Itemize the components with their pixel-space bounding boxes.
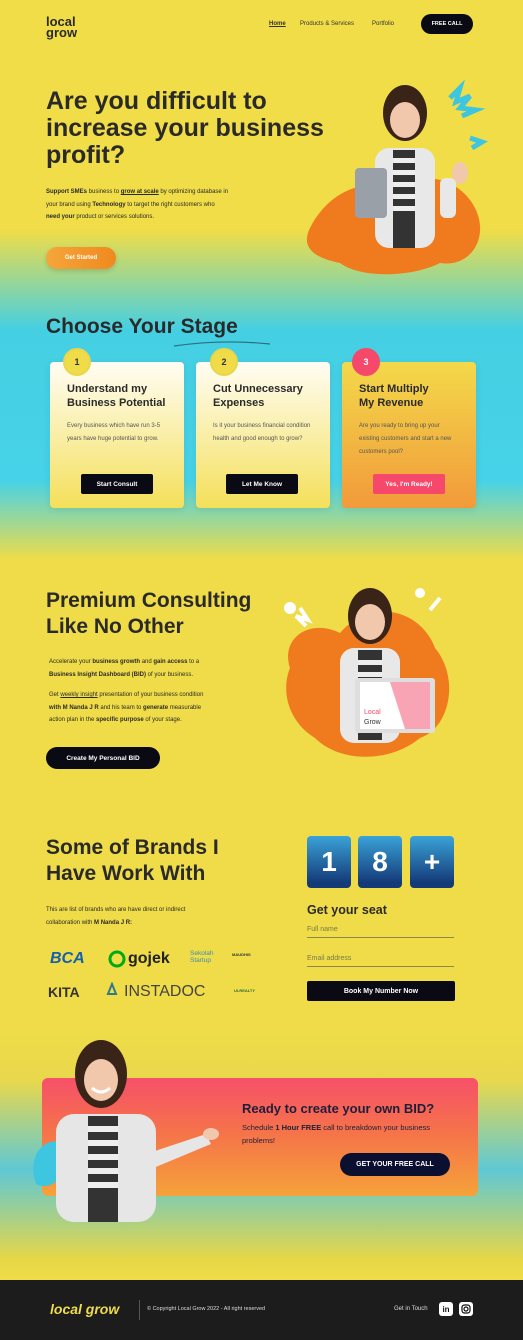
brand-logo-kita: KITA: [48, 984, 80, 1000]
cta-woman-image: [33, 1040, 219, 1222]
footer-logo[interactable]: local grow: [50, 1301, 119, 1317]
brand-logos: BCA gojek Sekolah Startup MAUDHIS KITA I…: [46, 944, 266, 1004]
footer-copyright: © Copyright Local Grow 2022 - All right …: [147, 1306, 266, 1312]
stage-card-title: Cut Unnecessary Expenses: [213, 383, 303, 409]
full-name-field[interactable]: Full name: [307, 926, 454, 938]
get-free-call-button[interactable]: GET YOUR FREE CALL: [340, 1153, 450, 1176]
stage-card-desc: Is it your business financial condition …: [213, 423, 311, 442]
nav-products[interactable]: Products & Services: [300, 21, 354, 27]
laptop-text-grow: Grow: [364, 719, 382, 726]
brand-logo-gojek: gojek: [128, 950, 170, 967]
get-started-button[interactable]: Get Started: [46, 247, 116, 269]
premium-woman-image: Local Grow: [284, 588, 450, 757]
stage-number-1: 1: [63, 348, 91, 376]
book-number-button[interactable]: Book My Number Now: [307, 981, 455, 1001]
brand-logo-bca: BCA: [50, 950, 85, 967]
nav-portfolio[interactable]: Portfolio: [372, 21, 394, 27]
brands-title: Some of Brands I Have Work With: [46, 836, 219, 885]
linkedin-icon[interactable]: in: [439, 1302, 453, 1316]
brand-logo-maudhis: MAUDHIS: [232, 952, 251, 957]
premium-title: Premium Consulting Like No Other: [46, 589, 252, 638]
instagram-icon[interactable]: [459, 1302, 473, 1316]
nav-home[interactable]: Home: [269, 21, 286, 27]
brand-logo-d-icon: [106, 982, 118, 995]
logo-line2: grow: [46, 25, 78, 40]
brand-logo-ulrealty: ULREALTY: [234, 988, 256, 993]
brand-logo-instadoc: INSTADOC: [124, 983, 206, 1000]
stages-title: Choose Your Stage: [46, 315, 238, 338]
premium-description: Accelerate your business growth and gain…: [49, 659, 204, 723]
stage-card-title: Start Multiply My Revenue: [359, 383, 429, 409]
seat-digit-1: 1: [307, 836, 351, 888]
stage-number-2: 2: [210, 348, 238, 376]
brands-description: This are list of brands who are have dir…: [46, 907, 186, 926]
seat-title: Get your seat: [307, 903, 387, 917]
create-bid-button[interactable]: Create My Personal BID: [46, 747, 160, 769]
gojek-circle-icon: [108, 950, 126, 968]
yes-im-ready-button[interactable]: Yes, I'm Ready!: [373, 474, 445, 494]
cta-subtitle: Schedule 1 Hour FREE call to breakdown y…: [242, 1123, 431, 1145]
hero-woman-image: [306, 79, 488, 275]
let-me-know-button[interactable]: Let Me Know: [226, 474, 298, 494]
hero-description: Support SMEs business to grow at scale b…: [46, 189, 229, 220]
seat-digit-plus: +: [410, 836, 454, 888]
free-call-button[interactable]: FREE CALL: [421, 14, 473, 34]
stage-card-title: Understand my Business Potential: [67, 383, 166, 409]
stage-card-desc: Every business which have run 3-5 years …: [67, 423, 161, 442]
footer-divider: [139, 1300, 140, 1320]
logo[interactable]: local grow: [46, 15, 78, 40]
brand-logo-sekolah-startup: Sekolah Startup: [190, 950, 214, 964]
get-in-touch-label: Get in Touch: [394, 1306, 428, 1312]
cta-title: Ready to create your own BID?: [242, 1101, 435, 1116]
seat-digit-2: 8: [358, 836, 402, 888]
email-field[interactable]: Email address: [307, 955, 454, 967]
laptop-text-local: Local: [364, 709, 381, 716]
stage-card-desc: Are you ready to bring up your existing …: [359, 423, 452, 455]
stage-number-3: 3: [352, 348, 380, 376]
start-consult-button[interactable]: Start Consult: [81, 474, 153, 494]
